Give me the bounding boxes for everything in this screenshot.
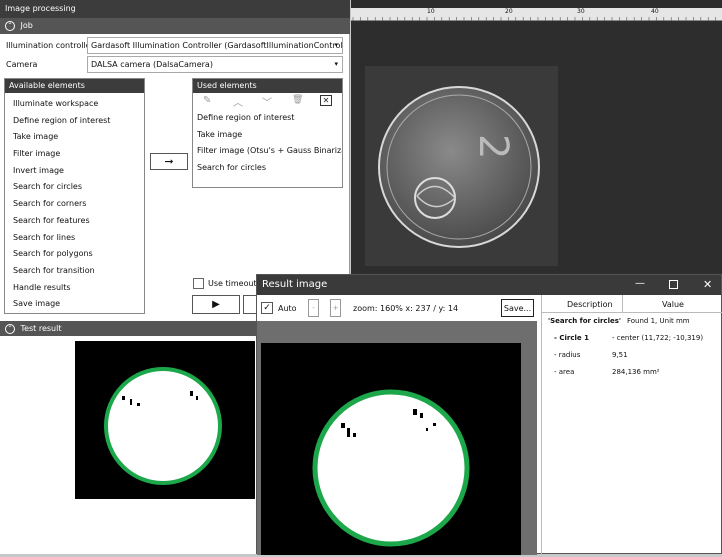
results-table-row[interactable]: - radius 9,51 [542, 347, 722, 364]
result-description: - radius [554, 351, 581, 359]
test-result-image [75, 341, 255, 499]
available-element-item[interactable]: Take image [5, 129, 144, 146]
use-timeouts-label: Use timeouts [208, 279, 261, 288]
chevron-down-icon[interactable]: ▾ [334, 57, 338, 72]
zoom-in-button[interactable]: + [330, 299, 341, 317]
used-elements-panel: Used elements ✎ ︿ ﹀ 🗑 ✕ Define region of… [192, 78, 343, 188]
chevron-down-icon[interactable]: ▾ [334, 38, 338, 53]
delete-icon[interactable]: 🗑 [292, 95, 303, 105]
minimize-icon[interactable]: — [635, 278, 645, 289]
available-elements-title: Available elements [9, 81, 85, 90]
result-canvas-area [257, 321, 537, 555]
move-down-icon[interactable]: ﹀ [262, 94, 272, 109]
available-element-item[interactable]: Search for corners [5, 196, 144, 213]
save-button-label: Save... [503, 303, 532, 313]
results-table-row[interactable]: 'Search for circles' Found 1, Unit mm [542, 313, 722, 330]
available-element-item[interactable]: Handle results [5, 280, 144, 297]
add-element-button[interactable]: ➞ [150, 153, 188, 170]
available-element-item[interactable]: Filter image [5, 146, 144, 163]
result-value: Found 1, Unit mm [627, 317, 690, 325]
used-elements-title: Used elements [197, 81, 257, 90]
svg-text:2: 2 [470, 134, 516, 159]
illumination-label: Illumination controller [6, 41, 94, 50]
result-description: - Circle 1 [554, 334, 589, 342]
col-divider [622, 295, 623, 313]
illumination-select[interactable]: Gardasoft Illumination Controller (Garda… [87, 37, 343, 54]
available-elements-list: Illuminate workspace Define region of int… [5, 93, 144, 313]
zoom-readout: zoom: 160% x: 237 / y: 14 [353, 304, 459, 313]
edit-icon[interactable]: ✎ [203, 95, 211, 106]
move-up-icon[interactable]: ︿ [233, 94, 243, 109]
ruler: 10 20 30 40 [351, 8, 722, 21]
available-element-item[interactable]: Search for features [5, 213, 144, 230]
job-section-header[interactable]: ⌃ Job [0, 18, 350, 34]
result-value: - center (11,722; -10,319) [612, 334, 704, 342]
result-window-title: Result image [262, 279, 328, 290]
available-elements-header: Available elements [5, 79, 144, 93]
camera-label: Camera [6, 60, 38, 69]
collapse-icon[interactable]: ⌃ [5, 323, 15, 334]
illumination-value: Gardasoft Illumination Controller (Garda… [91, 41, 343, 50]
job-section-title: Job [20, 21, 33, 30]
auto-checkbox[interactable]: ✓ [261, 302, 273, 314]
test-result-title: Test result [20, 324, 62, 333]
clear-icon[interactable]: ✕ [320, 95, 332, 106]
col-value: Value [662, 300, 684, 309]
ruler-label-10: 10 [427, 8, 435, 15]
test-result-circle-graphic [104, 367, 222, 485]
play-icon: ▶ [212, 299, 220, 310]
arrow-right-icon: ➞ [164, 155, 174, 168]
available-element-item[interactable]: Invert image [5, 163, 144, 180]
available-element-item[interactable]: Save image [5, 296, 144, 313]
available-element-item[interactable]: Search for circles [5, 179, 144, 196]
available-element-item[interactable]: Illuminate workspace [5, 96, 144, 113]
result-description: - area [554, 368, 575, 376]
used-elements-header: Used elements [193, 79, 342, 93]
camera-value: DALSA camera (DalsaCamera) [91, 60, 213, 69]
used-element-item[interactable]: Filter image (Otsu's + Gauss Binarizatio… [193, 143, 342, 160]
results-table-header: Description Value [542, 295, 722, 313]
zoom-out-button[interactable]: - [308, 299, 319, 317]
coin-graphic: 2 [378, 86, 540, 248]
save-button[interactable]: Save... [501, 299, 534, 317]
used-element-item[interactable]: Define region of interest [193, 110, 342, 127]
ruler-label-30: 30 [577, 8, 585, 15]
maximize-icon[interactable] [669, 280, 678, 289]
result-image [261, 343, 521, 555]
use-timeouts-checkbox[interactable] [193, 278, 204, 289]
run-button[interactable]: ▶ [192, 295, 240, 314]
camera-image: 2 [365, 66, 558, 266]
col-description: Description [567, 300, 613, 309]
results-table-body: 'Search for circles' Found 1, Unit mm - Ci… [542, 313, 722, 381]
collapse-icon[interactable]: ⌃ [5, 20, 15, 31]
results-table-row[interactable]: - Circle 1 - center (11,722; -10,319) [542, 330, 722, 347]
available-elements-panel: Available elements Illuminate workspace D… [4, 78, 145, 314]
result-value: 284,136 mm² [612, 368, 660, 376]
app-title: Image processing [5, 4, 76, 13]
results-table: Description Value 'Search for circles' Fo… [541, 295, 722, 555]
available-element-item[interactable]: Define region of interest [5, 113, 144, 130]
ruler-ticks [352, 17, 716, 21]
close-icon[interactable]: ✕ [703, 278, 712, 291]
results-table-row[interactable]: - area 284,136 mm² [542, 364, 722, 381]
result-window-titlebar: Result image — ✕ [257, 275, 721, 295]
result-image-window: Result image — ✕ ✓ Auto - + zoom: 160% x… [256, 274, 722, 555]
secondary-button[interactable] [243, 295, 257, 314]
camera-select[interactable]: DALSA camera (DalsaCamera) ▾ [87, 56, 343, 73]
used-element-item[interactable]: Search for circles [193, 160, 342, 177]
result-description: 'Search for circles' [548, 317, 622, 325]
auto-label: Auto [278, 304, 297, 313]
ruler-label-40: 40 [651, 8, 659, 15]
result-circle-graphic [312, 389, 470, 547]
result-value: 9,51 [612, 351, 628, 359]
available-element-item[interactable]: Search for polygons [5, 246, 144, 263]
app-title-bar: Image processing [0, 0, 350, 18]
used-elements-toolbar: ✎ ︿ ﹀ 🗑 ✕ [193, 93, 342, 110]
available-element-item[interactable]: Search for lines [5, 230, 144, 247]
available-element-item[interactable]: Search for transition [5, 263, 144, 280]
used-elements-list: Define region of interest Take image Filte… [193, 110, 342, 177]
ruler-label-20: 20 [505, 8, 513, 15]
used-element-item[interactable]: Take image [193, 127, 342, 144]
